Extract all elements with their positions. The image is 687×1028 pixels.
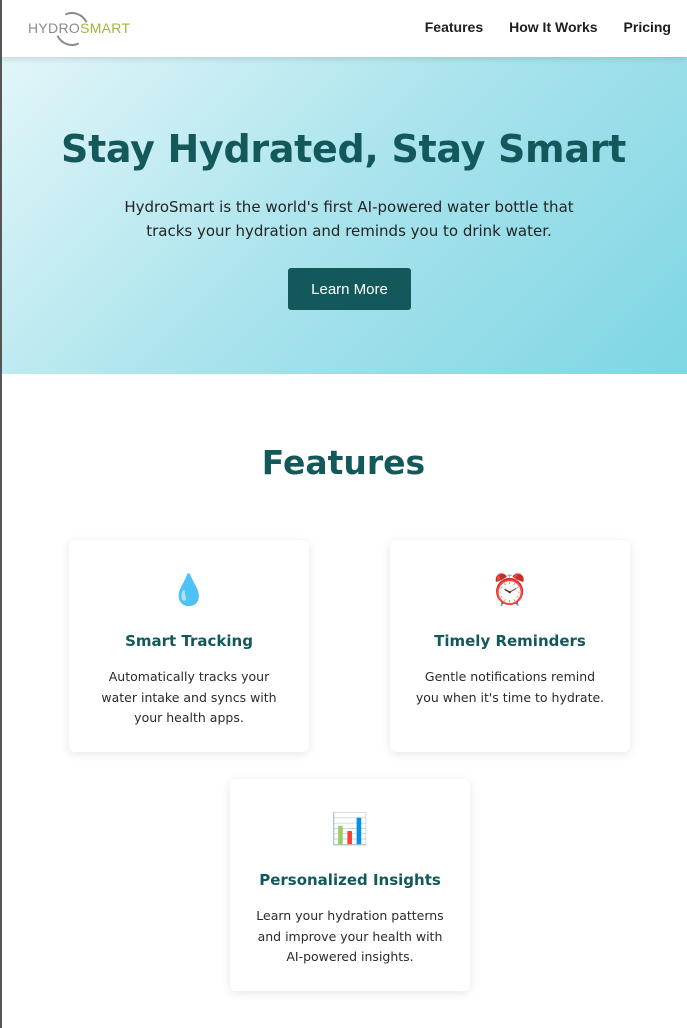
main-nav: Features How It Works Pricing [425, 19, 671, 35]
alarm-clock-icon: ⏰ [491, 573, 529, 608]
feature-card-text: Automatically tracks your water intake a… [101, 669, 277, 725]
logo[interactable]: HYDROSMART [28, 7, 130, 51]
feature-card-timely-reminders: ⏰ Timely Reminders Gentle notifications … [390, 540, 630, 752]
hero-subtitle: HydroSmart is the world's first AI-power… [124, 198, 574, 240]
learn-more-button[interactable]: Learn More [288, 268, 411, 310]
logo-text-smart: SMART [80, 20, 131, 36]
window-edge [0, 0, 2, 1028]
features-title: Features [261, 443, 426, 482]
nav-link-how-it-works[interactable]: How It Works [509, 19, 597, 35]
nav-link-pricing[interactable]: Pricing [624, 19, 671, 35]
page: HYDROSMART Features How It Works Pricing… [0, 0, 687, 1028]
feature-card-smart-tracking: 💧 Smart Tracking Automatically tracks yo… [69, 540, 309, 752]
feature-card-text: Gentle notifications remind you when it'… [415, 669, 605, 705]
nav-link-features[interactable]: Features [425, 19, 483, 35]
site-header: HYDROSMART Features How It Works Pricing [0, 0, 687, 57]
logo-text: HYDROSMART [28, 20, 130, 36]
water-drop-icon: 💧 [170, 573, 208, 608]
feature-card-personalized-insights: 📊 Personalized Insights Learn your hydra… [230, 779, 470, 991]
feature-card-title: Personalized Insights [259, 871, 441, 889]
feature-card-title: Timely Reminders [434, 632, 586, 650]
bar-chart-icon: 📊 [331, 812, 369, 847]
logo-text-hydro: HYDRO [28, 20, 81, 36]
hero-title: Stay Hydrated, Stay Smart [61, 127, 626, 171]
feature-card-text: Learn your hydration patterns and improv… [256, 908, 444, 964]
hero-section: Stay Hydrated, Stay Smart HydroSmart is … [0, 57, 687, 374]
feature-card-title: Smart Tracking [125, 632, 253, 650]
